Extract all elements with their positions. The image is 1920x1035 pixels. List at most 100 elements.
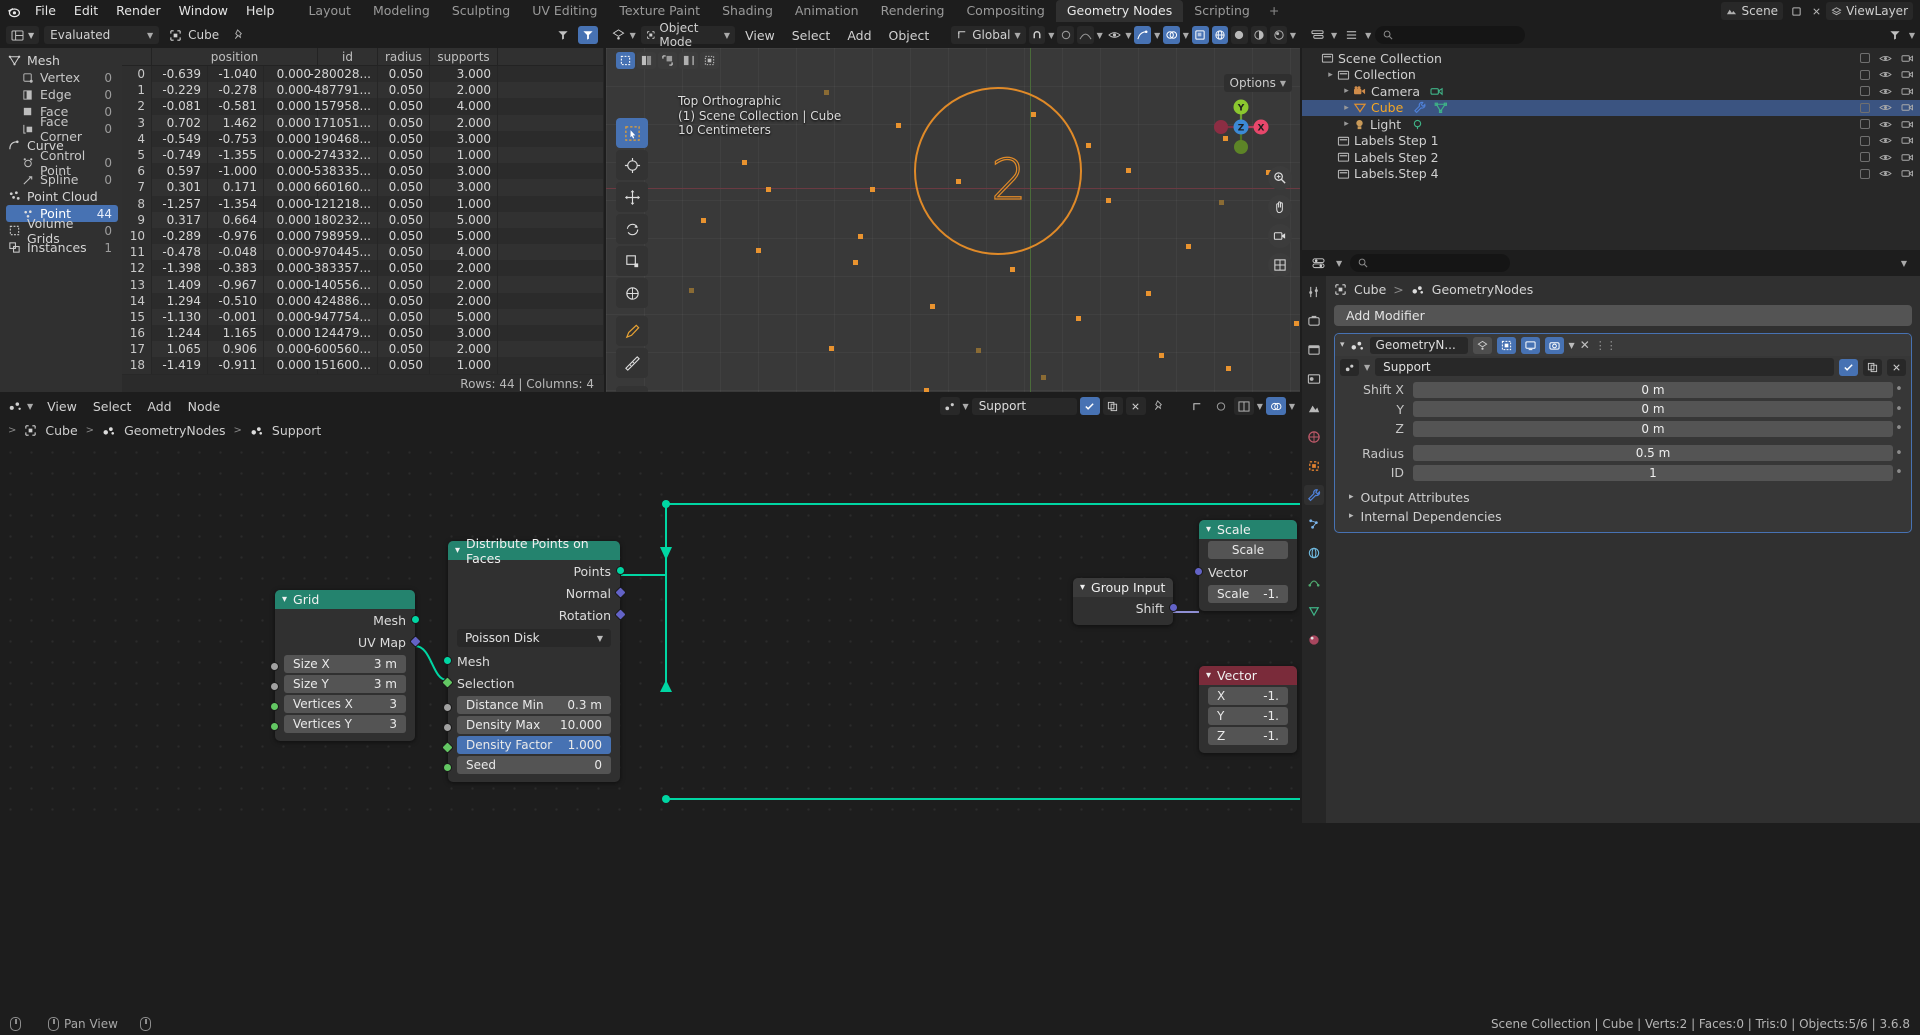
node-header[interactable]: ▾ Scale xyxy=(1199,520,1297,539)
node-widget-size-y[interactable]: Size Y 3 m xyxy=(284,675,406,693)
table-row[interactable]: 15 -1.130 -0.001 0.000 -947754... 0.050 5.000 xyxy=(122,308,604,325)
properties-tab-output[interactable] xyxy=(1304,340,1324,360)
socket-shift[interactable] xyxy=(1169,603,1178,612)
transform-orientation-selector[interactable]: Global ▼ xyxy=(951,26,1026,44)
properties-tab-render[interactable] xyxy=(1304,311,1324,331)
node-menu-node[interactable]: Node xyxy=(181,399,228,414)
socket-mesh[interactable] xyxy=(443,656,452,665)
node-pin-icon[interactable] xyxy=(1149,397,1169,415)
eye-icon[interactable] xyxy=(1879,86,1892,97)
properties-tab-tool[interactable] xyxy=(1304,282,1324,302)
workspace-tab-sculpting[interactable]: Sculpting xyxy=(441,0,521,22)
viewport-menu-object[interactable]: Object xyxy=(882,28,937,43)
outliner-item-labels-step-2[interactable]: Labels Step 2 xyxy=(1302,149,1920,166)
tool-annotate[interactable] xyxy=(616,316,648,346)
viewport-options-button[interactable]: Options ▼ xyxy=(1223,74,1292,92)
node-input-vector[interactable]: Vector xyxy=(1194,561,1297,583)
snap-magnet-icon[interactable] xyxy=(1028,26,1046,44)
shading-solid-icon[interactable] xyxy=(1231,26,1248,44)
eye-icon[interactable] xyxy=(1879,152,1892,163)
node-breadcrumb-modifier[interactable]: GeometryNodes xyxy=(124,423,225,438)
table-row[interactable]: 11 -0.478 -0.048 0.000 -970445... 0.050 4.000 xyxy=(122,244,604,261)
node-menu-select[interactable]: Select xyxy=(86,399,139,414)
eye-icon[interactable] xyxy=(1879,135,1892,146)
camera-render-icon[interactable] xyxy=(1901,168,1914,179)
node-output-mesh[interactable]: Mesh xyxy=(275,609,420,631)
socket-density-factor[interactable] xyxy=(441,741,454,754)
viewlayer-selector[interactable]: ViewLayer xyxy=(1826,2,1913,20)
node-canvas[interactable]: ▾ Grid Mesh UV Map Size X 3 m Size Y 3 m Vertice… xyxy=(0,442,1300,823)
modifier-edit-mode-icon[interactable] xyxy=(1472,336,1492,354)
modifier-editmode-toggle-icon[interactable] xyxy=(1496,336,1516,354)
select-box-mode-icon[interactable] xyxy=(616,52,635,69)
outliner-expand-icon[interactable]: ▸ xyxy=(1340,86,1353,96)
properties-tab-material[interactable] xyxy=(1304,630,1324,650)
spreadsheet-domain-spline[interactable]: Spline 0 xyxy=(6,171,118,188)
socket-size-x[interactable] xyxy=(270,662,279,671)
node-header[interactable]: ▾ Vector xyxy=(1199,666,1297,685)
workspace-tab-shading[interactable]: Shading xyxy=(711,0,784,22)
table-row[interactable]: 16 1.244 1.165 0.000 124479... 0.050 3.000 xyxy=(122,325,604,342)
table-row[interactable]: 3 0.702 1.462 0.000 171051... 0.050 2.000 xyxy=(122,114,604,131)
properties-tab-physics[interactable] xyxy=(1304,543,1324,563)
workspace-tab-texture-paint[interactable]: Texture Paint xyxy=(608,0,711,22)
tool-scale[interactable] xyxy=(616,246,648,276)
outliner-item-camera[interactable]: ▸ Camera xyxy=(1302,83,1920,100)
node-output-uv-map[interactable]: UV Map xyxy=(275,631,422,653)
properties-tab-viewlayer[interactable] xyxy=(1304,369,1324,389)
node-output-normal[interactable]: Normal xyxy=(448,582,627,604)
outliner-checkbox[interactable] xyxy=(1860,102,1870,113)
node-output-points[interactable]: Points xyxy=(448,560,625,582)
modifier-drag-handle[interactable]: ⋮⋮ xyxy=(1595,339,1617,352)
outliner-expand-icon[interactable]: ▸ xyxy=(1340,103,1353,113)
modifier-wrench-icon[interactable] xyxy=(1413,101,1427,114)
properties-search-input[interactable] xyxy=(1350,254,1511,272)
properties-editor-type-icon[interactable] xyxy=(1308,254,1328,272)
table-row[interactable]: 17 1.065 0.906 0.000 -600560... 0.050 2.000 xyxy=(122,341,604,358)
node-menu-add[interactable]: Add xyxy=(140,399,178,414)
property-animate-dot[interactable]: • xyxy=(1893,421,1905,436)
table-row[interactable]: 6 0.597 -1.000 0.000 -538335... 0.050 3.000 xyxy=(122,163,604,180)
table-row[interactable]: 1 -0.229 -0.278 0.000 -487791... 0.050 2.000 xyxy=(122,82,604,99)
node-vector_node[interactable]: ▾ Vector X -1. Y -1. Z -1. xyxy=(1199,666,1297,753)
eye-icon[interactable] xyxy=(1879,53,1892,64)
node-snap-icon[interactable] xyxy=(1188,397,1208,415)
add-workspace-button[interactable]: + xyxy=(1261,0,1287,22)
node-widget-vertices-x[interactable]: Vertices X 3 xyxy=(284,695,406,713)
camera-render-icon[interactable] xyxy=(1901,86,1914,97)
socket-seed[interactable] xyxy=(443,763,452,772)
node-grid[interactable]: ▾ Grid Mesh UV Map Size X 3 m Size Y 3 m Vertice… xyxy=(270,590,422,741)
node-tree-type-icon[interactable] xyxy=(939,397,960,415)
property-animate-dot[interactable]: • xyxy=(1893,465,1905,480)
camera-data-icon[interactable] xyxy=(1430,85,1444,97)
workspace-tab-geometry-nodes[interactable]: Geometry Nodes xyxy=(1055,0,1184,22)
tool-move[interactable] xyxy=(616,182,648,212)
outliner-item-labels-step-1[interactable]: Labels Step 1 xyxy=(1302,133,1920,150)
breadcrumb-modifier[interactable]: GeometryNodes xyxy=(1432,282,1533,297)
property-value-field[interactable]: 1 xyxy=(1413,464,1893,481)
outliner-checkbox[interactable] xyxy=(1860,53,1870,64)
node-collapse-icon[interactable]: ▾ xyxy=(455,545,460,556)
socket-density-max[interactable] xyxy=(443,723,452,732)
node-group-use-fake-user-icon[interactable] xyxy=(1839,358,1858,376)
pan-hand-icon[interactable] xyxy=(1268,195,1292,219)
outliner-editor-type-icon[interactable] xyxy=(1307,26,1327,44)
node-field-scale[interactable]: Scale xyxy=(1208,541,1288,559)
node-editor-type-icon[interactable] xyxy=(5,397,25,415)
outliner-checkbox[interactable] xyxy=(1860,152,1870,163)
select-mode-5-icon[interactable] xyxy=(700,52,719,69)
workspace-tab-layout[interactable]: Layout xyxy=(297,0,362,22)
table-row[interactable]: 5 -0.749 -1.355 0.000 -274332... 0.050 1.000 xyxy=(122,146,604,164)
node-widget-density-max[interactable]: Density Max 10.000 xyxy=(457,716,611,734)
node-output-rotation[interactable]: Rotation xyxy=(448,604,627,626)
camera-render-icon[interactable] xyxy=(1901,119,1914,130)
tool-cursor[interactable] xyxy=(616,150,648,180)
node-widget-y[interactable]: Y -1. xyxy=(1208,707,1288,725)
workspace-tab-animation[interactable]: Animation xyxy=(784,0,870,22)
node-snapping-toggle-icon[interactable] xyxy=(1233,397,1254,415)
table-row[interactable]: 7 0.301 0.171 0.000 660160... 0.050 3.000 xyxy=(122,179,604,196)
camera-render-icon[interactable] xyxy=(1901,102,1914,113)
workspace-tab-scripting[interactable]: Scripting xyxy=(1183,0,1261,22)
property-value-field[interactable]: 0.5 m xyxy=(1413,445,1893,462)
property-animate-dot[interactable]: • xyxy=(1893,446,1905,461)
